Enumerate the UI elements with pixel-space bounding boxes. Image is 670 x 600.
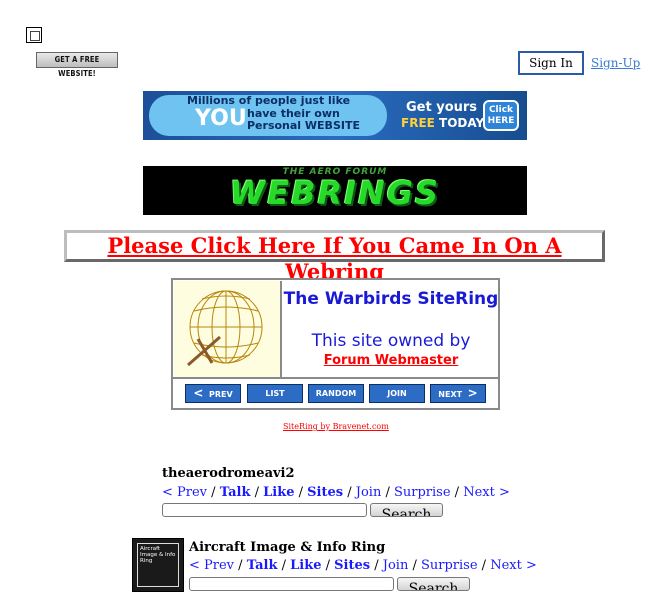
webring-link-box: Please Click Here If You Came In On A We… <box>64 230 605 284</box>
sitering-prev-button[interactable]: < PREV <box>185 384 241 403</box>
prev-arrow-icon: < <box>193 386 204 400</box>
ring2-nav: < Prev / Talk / Like / Sites / Join / Su… <box>189 558 537 573</box>
sign-up-link[interactable]: Sign-Up <box>591 56 640 70</box>
ring2-search-button[interactable]: Search <box>397 577 470 591</box>
ring1-like-link[interactable]: Like <box>263 485 294 500</box>
aircraft-ring-image[interactable]: Aircraft Image & Info Ring <box>132 538 184 592</box>
ring1-next-link[interactable]: Next > <box>463 485 510 500</box>
sitering-random-button[interactable]: RANDOM <box>308 384 364 403</box>
sitering-nav: < PREV LIST RANDOM JOIN NEXT > <box>173 377 498 410</box>
ring2-search-input[interactable] <box>189 577 394 591</box>
next-arrow-icon: > <box>467 386 478 400</box>
ad-free: FREE <box>401 116 435 130</box>
ad-line2: have their own Personal WEBSITE <box>247 108 360 132</box>
ad-you: YOU <box>195 106 247 131</box>
ring1-search-input[interactable] <box>162 503 367 517</box>
sitering-list-button[interactable]: LIST <box>247 384 303 403</box>
ring2-next-link[interactable]: Next > <box>490 558 537 573</box>
bravenet-sitering-link[interactable]: SiteRing by Bravenet.com <box>283 422 389 431</box>
ring1-nav: < Prev / Talk / Like / Sites / Join / Su… <box>162 485 510 500</box>
sitering-join-button[interactable]: JOIN <box>369 384 425 403</box>
ad-get-yours: Get yours <box>406 100 478 115</box>
prev-label: PREV <box>208 390 233 399</box>
ring2-surprise-link[interactable]: Surprise <box>421 558 478 573</box>
sitering-next-button[interactable]: NEXT > <box>430 384 486 403</box>
ring1-talk-link[interactable]: Talk <box>220 485 251 500</box>
ad-free-today: FREE TODAY! <box>401 116 490 130</box>
sitering-box: The Warbirds SiteRing This site owned by… <box>171 278 500 410</box>
ad-line2b: Personal WEBSITE <box>247 119 360 132</box>
sitering-owner-link[interactable]: Forum Webmaster <box>283 353 499 368</box>
globe-propeller-logo <box>174 281 282 377</box>
ring2-talk-link[interactable]: Talk <box>247 558 278 573</box>
ring1-sites-link[interactable]: Sites <box>307 485 343 500</box>
next-label: NEXT <box>438 390 463 399</box>
ring2-like-link[interactable]: Like <box>290 558 321 573</box>
webrings-banner-big: WEBRINGS <box>229 174 441 212</box>
ring1-surprise-link[interactable]: Surprise <box>394 485 451 500</box>
globe-icon <box>187 290 263 367</box>
broken-image-icon <box>26 27 42 43</box>
ring2-prev-link[interactable]: < Prev <box>189 558 234 573</box>
ring2-sites-link[interactable]: Sites <box>334 558 370 573</box>
sitering-title: The Warbirds SiteRing <box>283 289 499 309</box>
ring1-search-button[interactable]: Search <box>370 503 443 517</box>
free-website-ad-banner[interactable]: Millions of people just like YOU have th… <box>143 91 527 140</box>
ring1-join-link[interactable]: Join <box>356 485 382 500</box>
ad-click-line1: Click <box>488 105 514 115</box>
aero-forum-webrings-banner[interactable]: THE AERO FORUM WEBRINGS <box>143 166 527 215</box>
aircraft-ring-image-text: Aircraft Image & Info Ring <box>137 543 179 587</box>
sign-in-button[interactable]: Sign In <box>518 51 584 75</box>
sitering-owned-by: This site owned by <box>311 331 471 351</box>
ring2-join-link[interactable]: Join <box>383 558 409 573</box>
ad-click-line2: HERE <box>487 116 515 126</box>
ring1-prev-link[interactable]: < Prev <box>162 485 207 500</box>
get-free-website-button[interactable]: GET A FREE WEBSITE! <box>36 52 118 78</box>
ad-click-here-button[interactable]: Click HERE <box>483 100 519 131</box>
ring2-name: Aircraft Image & Info Ring <box>189 540 386 555</box>
ring1-name: theaerodromeavi2 <box>162 466 295 481</box>
webring-entry-link[interactable]: Please Click Here If You Came In On A We… <box>107 233 561 284</box>
